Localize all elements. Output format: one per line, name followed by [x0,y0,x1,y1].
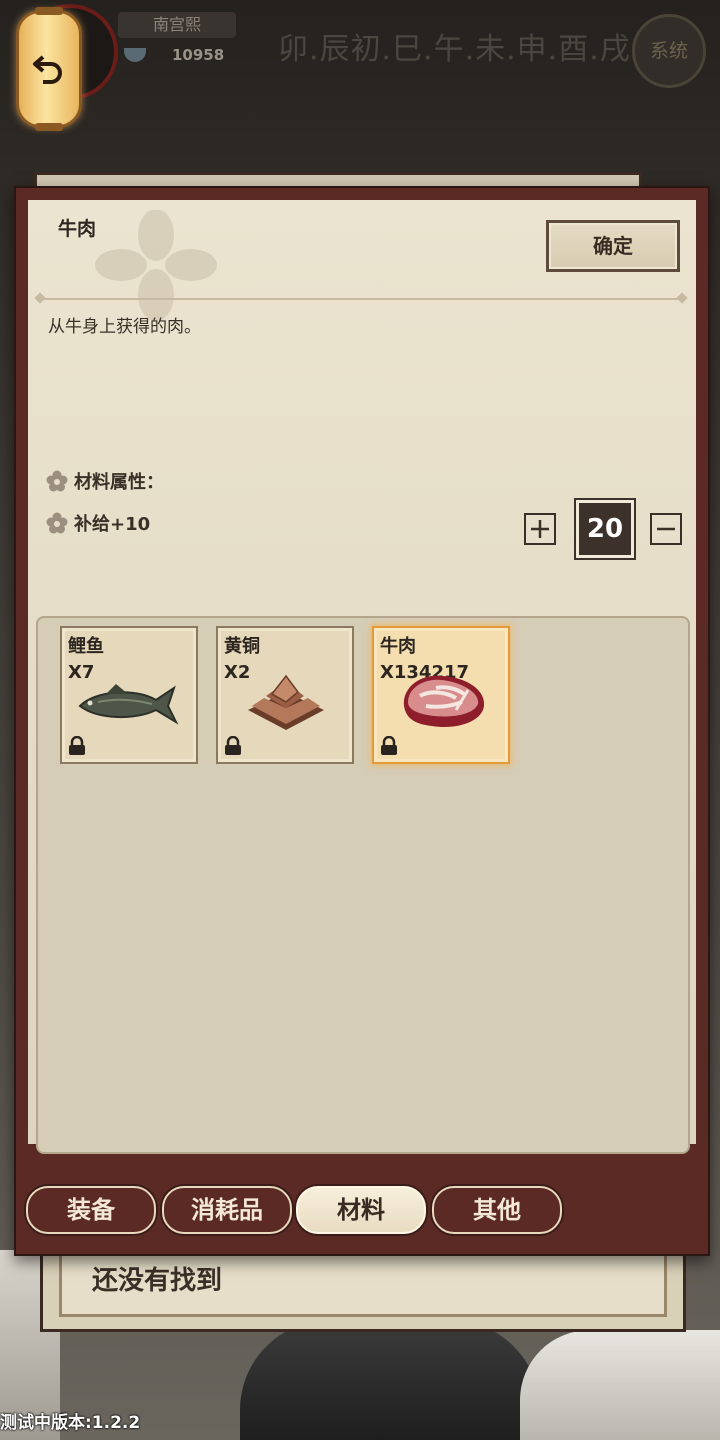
attribute-value: 补给+10 [74,514,151,535]
tab-materials[interactable]: 材料 [296,1186,426,1234]
item-detail-paper: 牛肉 确定 从牛身上获得的肉。 材料属性： 补给+10 20 鲤鱼 X7 黄铜 … [28,200,696,1154]
top-bar: 南宫熙 10958 卯.辰初.巳.午.未.申.酉.戌 系统 [0,0,720,131]
lock-icon [381,736,397,755]
inventory-slot[interactable]: 鲤鱼 X7 [60,626,198,764]
tab-other[interactable]: 其他 [432,1186,562,1234]
bowl-icon [124,48,146,62]
lock-icon [69,736,85,755]
quantity-value[interactable]: 20 [574,498,636,560]
back-button[interactable] [16,7,82,131]
attribute-row: 补给+10 [46,510,150,536]
attributes-label: 材料属性： [74,472,164,493]
brass-ingot-icon [248,674,324,730]
divider [38,298,684,300]
flower-decoration-icon [95,210,217,320]
currency-display: 10958 [124,46,224,68]
quantity-decrease-button[interactable] [650,513,682,545]
version-label: 测试中版本:1.2.2 [0,1413,141,1433]
plus-icon [531,520,549,538]
item-title: 牛肉 [58,218,97,240]
confirm-button[interactable]: 确定 [546,220,680,272]
inventory-panel: 牛肉 确定 从牛身上获得的肉。 材料属性： 补给+10 20 鲤鱼 X7 黄铜 … [14,186,710,1256]
flower-bullet-icon [46,470,68,492]
inventory-slot[interactable]: 黄铜 X2 [216,626,354,764]
system-button[interactable]: 系统 [632,14,706,88]
player-name: 南宫熙 [118,12,236,38]
slot-item-name: 黄铜 [224,636,260,657]
tab-consumables[interactable]: 消耗品 [162,1186,292,1234]
currency-value: 10958 [172,46,225,64]
flower-bullet-icon [46,512,68,534]
lock-icon [225,736,241,755]
item-description: 从牛身上获得的肉。 [48,317,201,337]
time-of-day-bar: 卯.辰初.巳.午.未.申.酉.戌 [278,32,631,67]
back-arrow-icon [33,55,62,84]
background-figure [520,1330,720,1440]
inventory-grid: 鲤鱼 X7 黄铜 X2 牛肉 X134217 [36,616,690,1154]
attributes-heading: 材料属性： [46,468,164,494]
inventory-slot-selected[interactable]: 牛肉 X134217 [372,626,510,764]
minus-icon [657,527,675,531]
slot-item-name: 牛肉 [380,636,416,657]
background-figure [240,1320,540,1440]
background-hint-text: 还没有找到 [92,1266,223,1296]
tab-equipment[interactable]: 装备 [26,1186,156,1234]
fish-icon [78,684,179,725]
quantity-increase-button[interactable] [524,513,556,545]
slot-item-name: 鲤鱼 [68,636,104,657]
beef-icon [403,675,485,728]
